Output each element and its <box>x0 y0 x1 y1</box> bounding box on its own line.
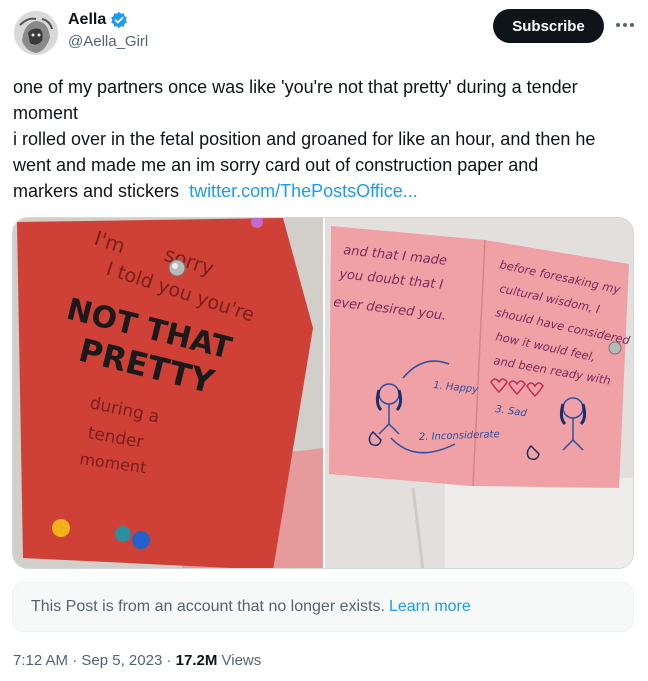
card-photos: I'm sorry I told you you're NOT THAT PRE… <box>13 218 633 568</box>
verified-badge-icon <box>111 11 128 29</box>
post-date[interactable]: Sep 5, 2023 <box>81 652 162 669</box>
post-text-line: markers and stickers <box>13 181 180 201</box>
meta-separator: · <box>68 652 82 669</box>
author-display-name[interactable]: Aella <box>68 10 106 30</box>
meta-separator: · <box>162 652 176 669</box>
avatar[interactable] <box>14 11 58 55</box>
subscribe-button[interactable]: Subscribe <box>493 9 604 43</box>
post-header: Aella @Aella_Girl Subscribe <box>0 0 648 70</box>
notice-text: This Post is from an account that no lon… <box>31 598 385 615</box>
more-options-button[interactable] <box>614 14 636 36</box>
post-time[interactable]: 7:12 AM <box>13 652 68 669</box>
post-link[interactable]: twitter.com/ThePostsOffice... <box>189 181 418 201</box>
post-text-line: went and made me an im sorry card out of… <box>13 155 539 175</box>
views-count: 17.2M <box>175 652 218 669</box>
red-sorry-card <box>17 218 313 568</box>
post-body-text: one of my partners once was like 'you're… <box>13 74 637 204</box>
post-metadata: 7:12 AM · Sep 5, 2023 · 17.2M Views <box>13 651 261 671</box>
post-text-line: one of my partners once was like 'you're… <box>13 77 578 97</box>
views-label: Views <box>217 652 262 669</box>
post-text-line-with-link: markers and stickers twitter.com/ThePost… <box>13 178 637 204</box>
author-name-row: Aella <box>68 10 128 30</box>
post-text-line: moment <box>13 103 79 123</box>
post-text-line: i rolled over in the fetal position and … <box>13 129 596 149</box>
learn-more-link[interactable]: Learn more <box>389 598 471 616</box>
account-notice: This Post is from an account that no lon… <box>12 582 634 632</box>
author-handle[interactable]: @Aella_Girl <box>68 32 148 52</box>
more-dots-icon <box>616 23 634 27</box>
media-gallery[interactable]: I'm sorry I told you you're NOT THAT PRE… <box>12 217 634 569</box>
avatar-image-icon <box>14 11 58 55</box>
